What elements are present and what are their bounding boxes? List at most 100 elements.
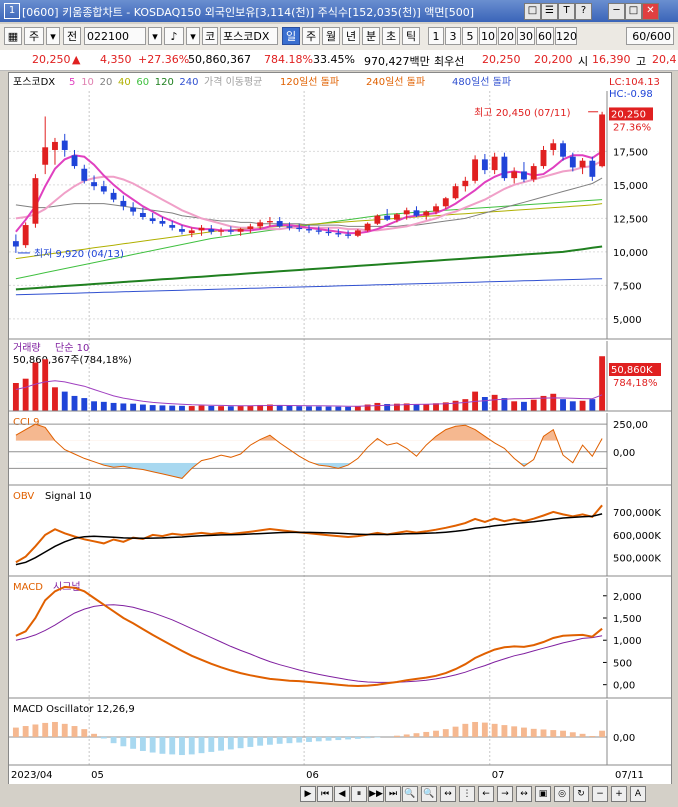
volume-bar — [579, 400, 586, 411]
candle-body — [433, 206, 439, 212]
osc-bar — [599, 730, 606, 737]
x-tick-2: 06 — [306, 770, 319, 781]
nav-13-button[interactable]: ▣ — [535, 786, 551, 802]
minimize-button[interactable]: ─ — [608, 3, 625, 20]
osc-bar — [491, 723, 498, 737]
osc-bar — [511, 726, 518, 737]
osc-bar — [159, 736, 166, 754]
nav-11-button[interactable]: → — [497, 786, 513, 802]
minute-120-button[interactable]: 120 — [555, 27, 577, 45]
nav-5-button[interactable]: ⏭ — [385, 786, 401, 802]
layout-button[interactable]: □ — [524, 3, 541, 20]
nav-0-button[interactable]: ▶ — [300, 786, 316, 802]
nav-6-button[interactable]: 🔍 — [402, 786, 418, 802]
nav-10-button[interactable]: ← — [478, 786, 494, 802]
candle-body — [315, 230, 322, 232]
volume-bar — [345, 406, 352, 411]
nav-7-button[interactable]: 🔍 — [421, 786, 437, 802]
period-5-button[interactable]: 초 — [382, 27, 400, 45]
period-3-button[interactable]: 년 — [342, 27, 360, 45]
nav-15-button[interactable]: ↻ — [573, 786, 589, 802]
obv-title: OBV — [13, 491, 34, 502]
nav-2-button[interactable]: ◀ — [334, 786, 350, 802]
price-tick-3: 10,000 — [613, 248, 648, 259]
macd-tick-4: 0,00 — [613, 681, 635, 692]
osc-bar — [91, 733, 97, 737]
osc-bar — [61, 723, 68, 737]
macd-tick-3: 500 — [613, 658, 632, 669]
nav-12-button[interactable]: ↔ — [516, 786, 532, 802]
period-6-button[interactable]: 틱 — [402, 27, 420, 45]
speaker-icon[interactable]: ♪ — [164, 27, 184, 45]
minute-1-button[interactable]: 1 — [428, 27, 444, 45]
volume-bar — [169, 405, 176, 411]
volume-bar — [159, 405, 166, 411]
candle-body — [91, 182, 97, 187]
stock-name[interactable]: 포스코DX — [220, 27, 278, 45]
volume-bar — [306, 406, 312, 411]
osc-bar — [442, 729, 449, 737]
macd-line — [15, 585, 603, 688]
menu-button[interactable]: ☰ — [541, 3, 558, 20]
nav-8-button[interactable]: ↔ — [440, 786, 456, 802]
minute-30-button[interactable]: 30 — [517, 27, 535, 45]
candle-body — [530, 166, 537, 180]
count-input[interactable]: 60/600 — [626, 27, 674, 45]
volume-bar — [423, 404, 430, 411]
help-button[interactable]: ? — [575, 3, 592, 20]
nav-4-button[interactable]: ▶▶ — [368, 786, 384, 802]
grid-icon[interactable]: ▦ — [4, 27, 22, 45]
volume-bar — [296, 406, 303, 411]
candle-body — [52, 141, 58, 150]
candle-body — [22, 225, 29, 246]
osc-bar — [71, 726, 78, 737]
nav-9-button[interactable]: ⋮ — [459, 786, 475, 802]
macd-tick-2: 1,000 — [613, 636, 642, 647]
nav-17-button[interactable]: + — [611, 786, 627, 802]
nav-18-button[interactable]: A — [630, 786, 646, 802]
volume-bar — [110, 402, 117, 411]
osc-bar — [139, 736, 146, 751]
volume-bar — [12, 383, 19, 411]
maximize-button[interactable]: □ — [625, 3, 642, 20]
candle-body — [374, 215, 381, 224]
period-1-button[interactable]: 주 — [302, 27, 320, 45]
minute-60-button[interactable]: 60 — [536, 27, 554, 45]
osc-bar — [208, 736, 215, 752]
volume-bar — [276, 405, 283, 411]
code-input[interactable]: 022100 — [84, 27, 146, 45]
candle-body — [501, 156, 508, 179]
volume-bar — [149, 405, 156, 411]
minute-3-button[interactable]: 3 — [445, 27, 461, 45]
nav-14-button[interactable]: ◎ — [554, 786, 570, 802]
type-select[interactable]: 주 — [24, 27, 44, 45]
osc-bar — [521, 727, 527, 737]
nav-16-button[interactable]: − — [592, 786, 608, 802]
candle-body — [384, 215, 391, 220]
dropdown-icon[interactable]: ▾ — [46, 27, 60, 45]
minute-20-button[interactable]: 20 — [498, 27, 516, 45]
candle-body — [345, 234, 352, 236]
volume-bar — [100, 401, 107, 411]
chart-svg[interactable]: 포스코DX 5 10 20 40 60 120 240 가격 이동평균 120일선 돌파 240일선… — [9, 73, 671, 785]
period-0-button[interactable]: 일 — [282, 27, 300, 45]
search-icon[interactable]: ▾ — [148, 27, 162, 45]
close-button[interactable]: ✕ — [642, 3, 659, 20]
nav-1-button[interactable]: ⏮ — [317, 786, 333, 802]
legend-item-3: 20 — [100, 77, 113, 88]
text-button[interactable]: T — [558, 3, 575, 20]
market-prefix[interactable]: 코 — [202, 27, 218, 45]
chart-area[interactable]: 포스코DX 5 10 20 40 60 120 240 가격 이동평균 120일선 돌파 240일선… — [8, 72, 672, 786]
nav-3-button[interactable]: ⏸ — [351, 786, 367, 802]
osc-bar — [81, 729, 88, 737]
period-2-button[interactable]: 월 — [322, 27, 340, 45]
period-4-button[interactable]: 분 — [362, 27, 380, 45]
minute-5-button[interactable]: 5 — [462, 27, 478, 45]
price-tick-1: 15,000 — [613, 181, 648, 192]
minute-10-button[interactable]: 10 — [479, 27, 497, 45]
osc-bar — [266, 736, 273, 745]
cci-line — [15, 423, 603, 479]
osc-bar — [560, 730, 566, 737]
chevron-down-icon[interactable]: ▾ — [186, 27, 200, 45]
prev-button[interactable]: 전 — [63, 27, 81, 45]
